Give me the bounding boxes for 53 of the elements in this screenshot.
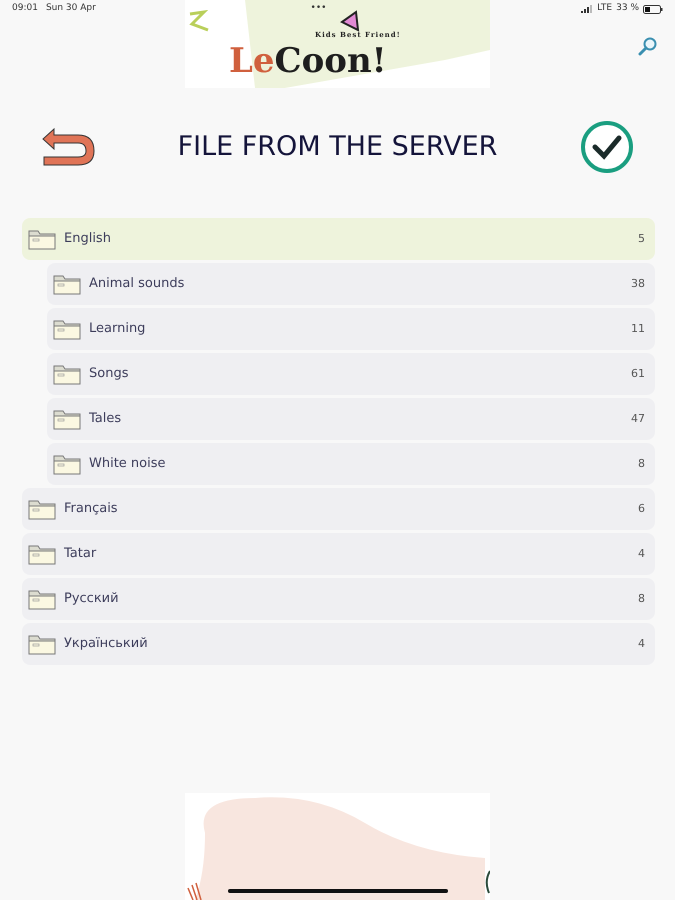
folder-icon — [53, 318, 81, 340]
status-time: 09:01 — [12, 2, 38, 16]
folder-row[interactable]: Tatar 4 — [22, 533, 655, 575]
folder-name: White noise — [89, 455, 167, 474]
folder-name: Animal sounds — [89, 275, 186, 294]
folder-row[interactable]: Animal sounds 38 — [47, 263, 655, 305]
folder-icon — [53, 453, 81, 475]
item-count: 47 — [631, 410, 645, 427]
folder-name: Tatar — [64, 545, 98, 564]
item-count: 5 — [638, 230, 645, 247]
folder-icon — [53, 273, 81, 295]
folder-icon — [53, 363, 81, 385]
folder-row[interactable]: Français 6 — [22, 488, 655, 530]
folder-name: Tales — [89, 410, 122, 428]
status-date: Sun 30 Apr — [46, 2, 96, 16]
logo-text: LeCoon! — [229, 44, 387, 78]
signal-icon — [581, 5, 594, 13]
battery-icon — [643, 4, 663, 14]
item-count: 4 — [638, 636, 645, 652]
multitasking-dots[interactable]: ••• — [310, 2, 326, 16]
folder-icon — [28, 588, 56, 610]
folder-row[interactable]: White noise 8 — [47, 443, 655, 485]
folder-name: Learning — [89, 320, 146, 338]
item-count: 11 — [631, 320, 645, 337]
folder-name: Русский — [64, 590, 120, 608]
folder-row[interactable]: Songs 61 — [47, 353, 655, 395]
item-count: 8 — [638, 590, 645, 607]
folder-row[interactable]: Tales 47 — [47, 398, 655, 440]
item-count: 8 — [638, 456, 645, 472]
folder-icon — [28, 498, 56, 520]
confirm-button[interactable] — [579, 120, 635, 174]
folder-icon — [28, 228, 56, 250]
item-count: 38 — [631, 276, 645, 292]
folder-row[interactable]: English 5 — [22, 218, 655, 260]
folder-icon — [53, 408, 81, 430]
folder-row[interactable]: Learning 11 — [47, 308, 655, 350]
search-icon[interactable] — [638, 36, 658, 56]
folder-row[interactable]: Русский 8 — [22, 578, 655, 620]
folder-name: Songs — [89, 365, 130, 384]
triangle-icon — [339, 10, 361, 32]
item-count: 61 — [631, 366, 645, 382]
folder-name: Français — [64, 500, 119, 518]
network-label: LTE — [597, 2, 612, 16]
folder-name: English — [64, 230, 112, 248]
zigzag-icon — [188, 10, 210, 34]
item-count: 6 — [638, 500, 645, 517]
folder-name: Український — [64, 635, 149, 654]
screen-title: FILE FROM THE SERVER — [178, 130, 498, 164]
folder-row[interactable]: Український 4 — [22, 623, 655, 665]
battery-percent: 33 % — [616, 2, 639, 16]
folder-icon — [28, 543, 56, 565]
folder-icon — [28, 633, 56, 655]
item-count: 4 — [638, 546, 645, 562]
